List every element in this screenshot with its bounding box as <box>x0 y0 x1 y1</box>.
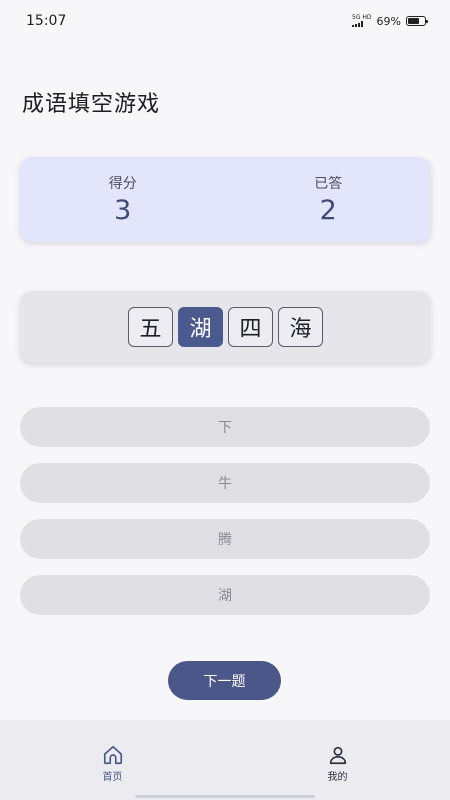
score-card: 得分 3 已答 2 <box>20 157 431 242</box>
home-indicator <box>135 795 315 798</box>
score-value: 3 <box>114 195 132 226</box>
home-icon <box>103 745 122 765</box>
status-indicators: 5G HD 69% <box>352 14 428 28</box>
nav-label-home: 首页 <box>102 772 123 783</box>
page-title: 成语填空游戏 <box>22 92 161 117</box>
answer-options: 下 牛 腾 湖 <box>20 407 430 631</box>
answered-section: 已答 2 <box>226 157 432 242</box>
option-button-1[interactable]: 下 <box>20 407 430 447</box>
battery-icon <box>406 16 428 26</box>
battery-percent: 69% <box>376 14 401 28</box>
next-question-button[interactable]: 下一题 <box>168 661 281 700</box>
bottom-nav: 首页 我的 <box>0 720 450 800</box>
option-button-2[interactable]: 牛 <box>20 463 430 503</box>
answered-label: 已答 <box>314 176 343 192</box>
status-time: 15:07 <box>26 13 67 29</box>
nav-item-home[interactable]: 首页 <box>0 720 225 800</box>
score-section: 得分 3 <box>20 157 226 242</box>
network-indicator: 5G HD <box>352 15 372 27</box>
idiom-char-3: 四 <box>228 307 273 347</box>
score-label: 得分 <box>108 176 137 192</box>
battery-level <box>408 18 420 24</box>
answered-value: 2 <box>319 195 337 226</box>
idiom-char-1: 五 <box>128 307 173 347</box>
option-button-4[interactable]: 湖 <box>20 575 430 615</box>
signal-icon <box>352 21 364 27</box>
option-button-3[interactable]: 腾 <box>20 519 430 559</box>
idiom-char-blank: 湖 <box>178 307 223 347</box>
nav-label-profile: 我的 <box>327 772 348 783</box>
user-icon <box>329 746 346 765</box>
idiom-card: 五 湖 四 海 <box>20 291 431 363</box>
idiom-char-4: 海 <box>278 307 323 347</box>
nav-item-profile[interactable]: 我的 <box>225 720 450 800</box>
status-bar: 15:07 5G HD 69% <box>0 0 450 42</box>
